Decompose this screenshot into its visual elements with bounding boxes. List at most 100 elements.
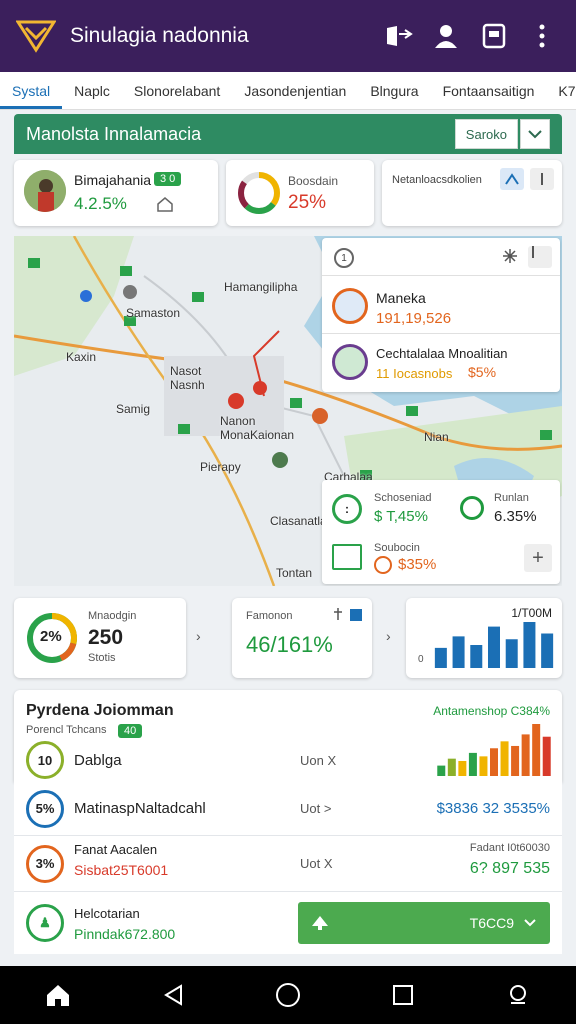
kpi-b-label: Runlan bbox=[494, 492, 529, 504]
panel-item-2[interactable]: Cechtalalaa Mnoalitian 11 Iocasnobs $5% bbox=[322, 336, 560, 390]
gauge-pct: 2% bbox=[40, 628, 62, 645]
map-label: Samaston bbox=[126, 306, 181, 320]
row-ring-icon: 3% bbox=[26, 844, 64, 883]
stat-card-left[interactable]: Bimajahania 3 0 4.2.5% bbox=[14, 160, 218, 226]
stat-card-right[interactable]: Netanloacsdkolien bbox=[382, 160, 562, 226]
info-icon[interactable]: 1 bbox=[334, 248, 354, 268]
details-subtitle: Porencl Tchcans bbox=[26, 724, 107, 736]
kpi-c-icon bbox=[374, 556, 392, 574]
tab-fontaansaitign[interactable]: Fontaansaitign bbox=[431, 83, 547, 109]
panel-item-2-pct: $5% bbox=[468, 364, 497, 380]
bar bbox=[452, 636, 465, 668]
home-circle-icon[interactable] bbox=[266, 973, 310, 1017]
panel-header: 1 bbox=[322, 238, 560, 276]
bar bbox=[434, 647, 447, 668]
table-row[interactable]: 10 Dablga Uon X bbox=[14, 736, 562, 784]
summary-center-card[interactable]: Famonon 46/161% bbox=[232, 598, 372, 678]
table-row[interactable]: 5% MatinaspNaltadcahl Uot > $3836 32 353… bbox=[14, 782, 562, 836]
stat-mid-value: 25% bbox=[288, 192, 327, 213]
app-logo-icon bbox=[14, 16, 58, 56]
row-sub: Sisbat25T6001 bbox=[74, 862, 169, 878]
kpi-a-value: $ T,45% bbox=[374, 508, 428, 525]
panel-item-1-name: Maneka bbox=[376, 290, 426, 306]
tab-k7k[interactable]: K7K bbox=[546, 83, 576, 109]
map-kpi-panel: : Schoseniad $ T,45% Runlan 6.35% Souboc… bbox=[322, 480, 560, 584]
back-icon[interactable] bbox=[151, 973, 195, 1017]
table-row[interactable]: ♟ Helcotarian Pinndak672.800 T6CC9 bbox=[14, 892, 562, 954]
table-row[interactable]: 3% Fanat Aacalen Sisbat25T6001 Uot X Fad… bbox=[14, 836, 562, 892]
map-label: Tontan bbox=[276, 566, 313, 580]
home-outline-icon bbox=[156, 196, 174, 217]
bar bbox=[541, 633, 554, 668]
app-bar: Sinulagia nadonnia bbox=[0, 0, 576, 72]
kpi-c-label: Soubocin bbox=[374, 542, 420, 554]
chart-mode-icon[interactable] bbox=[500, 168, 524, 190]
chevron-down-icon bbox=[524, 919, 536, 927]
row-name: Helcotarian bbox=[74, 906, 140, 921]
kpi-a-icon: : bbox=[332, 494, 362, 524]
more-vert-icon[interactable] bbox=[522, 16, 562, 56]
kpi-b-icon bbox=[460, 496, 484, 520]
person-ring-icon: ♟ bbox=[26, 904, 64, 942]
map-label: Samig bbox=[116, 402, 151, 416]
tablet-icon[interactable] bbox=[474, 16, 514, 56]
summary-bars-card[interactable]: 1/T00M 0 bbox=[406, 598, 562, 678]
table-icon bbox=[332, 544, 362, 570]
panel-item-1[interactable]: Maneka 191,19,526 bbox=[322, 280, 560, 334]
map-results-panel: 1 Maneka 191,19,526 Cechtalalaa Mnoaliti… bbox=[322, 238, 560, 392]
row-sub: Pinndak672.800 bbox=[74, 926, 176, 942]
banner-button[interactable]: Saroko bbox=[454, 119, 518, 149]
home-icon[interactable] bbox=[36, 973, 80, 1017]
summary-center-value: 46/161% bbox=[246, 632, 333, 657]
share-icon[interactable] bbox=[378, 16, 418, 56]
map-label: Hamangilipha bbox=[224, 280, 298, 294]
zoom-in-button[interactable]: + bbox=[524, 544, 552, 572]
row-name: MatinaspNaltadcahl bbox=[74, 800, 206, 817]
tab-blngura[interactable]: Blngura bbox=[358, 83, 430, 109]
map-view[interactable]: Hamangilipha Samaston Kaxin Nasot Nasnh … bbox=[14, 236, 562, 586]
bar bbox=[505, 639, 518, 668]
row-name: Dablga bbox=[74, 751, 122, 769]
summary-bar-chart bbox=[434, 622, 554, 668]
summary-bars-label: 1/T00M bbox=[511, 606, 552, 620]
profile-icon[interactable] bbox=[426, 16, 466, 56]
row-value: $3836 32 3535% bbox=[436, 800, 550, 817]
add-icon[interactable] bbox=[530, 168, 554, 190]
summary-center-label: Famonon bbox=[246, 610, 293, 622]
gauge-sub: Stotis bbox=[88, 652, 116, 664]
system-nav-bar bbox=[0, 966, 576, 1024]
recents-icon[interactable] bbox=[381, 973, 425, 1017]
assistant-icon[interactable] bbox=[496, 973, 540, 1017]
chevron-down-icon[interactable] bbox=[520, 119, 550, 149]
tab-jasondenjentian[interactable]: Jasondenjentian bbox=[232, 83, 358, 109]
arrow-left-icon[interactable]: › bbox=[196, 628, 201, 644]
arrow-up-icon bbox=[312, 916, 328, 930]
add-icon[interactable] bbox=[528, 246, 552, 268]
row-mid: Uon X bbox=[300, 752, 337, 768]
tab-slonorelabant[interactable]: Slonorelabant bbox=[122, 83, 232, 109]
kpi-b-value: 6.35% bbox=[494, 508, 537, 525]
row-ring-icon: 5% bbox=[26, 789, 64, 828]
summary-gauge-card[interactable]: 2% Mnaodgin 250 Stotis bbox=[14, 598, 186, 678]
donut-gauge-icon bbox=[236, 170, 282, 221]
row-mid: Uot > bbox=[300, 801, 332, 816]
map-label: Nasot Nasnh bbox=[170, 364, 205, 392]
pin-icon[interactable] bbox=[334, 608, 364, 627]
tab-bar: Systal Naplc Slonorelabant Jasondenjenti… bbox=[0, 72, 576, 110]
action-button-label: T6CC9 bbox=[469, 915, 514, 931]
stat-card-mid[interactable]: Boosdain 25% bbox=[226, 160, 374, 226]
location-avatar-icon bbox=[332, 344, 368, 380]
tab-systal[interactable]: Systal bbox=[0, 83, 63, 109]
gauge-value: 250 bbox=[88, 626, 124, 649]
location-avatar-icon bbox=[332, 288, 368, 324]
map-label: Kaxin bbox=[66, 350, 97, 364]
row-name: Fanat Aacalen bbox=[74, 842, 158, 857]
panel-item-1-value: 191,19,526 bbox=[376, 310, 452, 327]
avatar bbox=[24, 170, 66, 212]
banner-title: Manolsta Innalamacia bbox=[26, 123, 202, 144]
action-button[interactable]: T6CC9 bbox=[298, 902, 550, 944]
arrow-right-icon[interactable]: › bbox=[386, 628, 391, 644]
stat-mid-label: Boosdain bbox=[288, 174, 339, 188]
bar bbox=[523, 622, 536, 668]
tab-naplc[interactable]: Naplc bbox=[62, 83, 122, 109]
